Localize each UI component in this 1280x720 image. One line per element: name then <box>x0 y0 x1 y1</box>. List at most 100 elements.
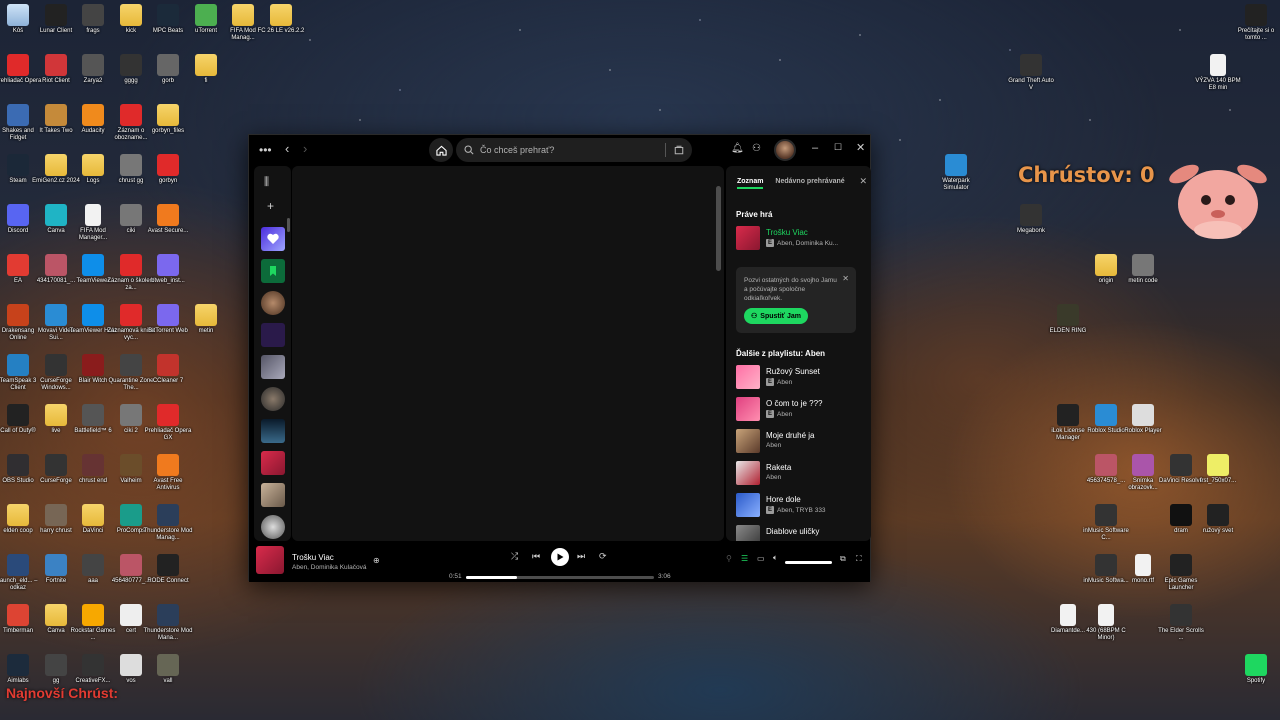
desktop-icon-thunderstore-mod-manag[interactable]: Thunderstore Mod Manag... <box>143 504 193 542</box>
volume-icon[interactable]: 🔈︎ <box>773 553 778 563</box>
desktop-icon-rode-connect[interactable]: RODE Connect <box>143 554 193 585</box>
track-title: Trošku Viac <box>766 228 808 237</box>
library-item-playlist-5[interactable] <box>261 419 285 443</box>
desktop-icon-metin[interactable]: metin <box>181 304 231 335</box>
create-plus-icon[interactable]: + <box>267 199 274 213</box>
desktop-icon-v-zva-140-bpm-e8-min[interactable]: VÝZVA 140 BPM E8 min <box>1193 54 1243 92</box>
library-item-artist-4[interactable] <box>261 387 285 411</box>
queue-item[interactable]: Hore dole E Aben, TRYB 333 <box>736 493 866 519</box>
desktop-icon-waterpark-simulator[interactable]: Waterpark Simulator <box>931 154 981 192</box>
desktop-icon-430-68bpm-c-minor[interactable]: 430 (68BPM C Minor) <box>1081 604 1131 642</box>
connect-device-icon[interactable]: ▭ <box>757 554 765 563</box>
desktop-icon-epic-games-launcher[interactable]: Epic Games Launcher <box>1156 554 1206 592</box>
search-input[interactable]: Čo chceš prehrať? <box>480 145 554 155</box>
tab-queue[interactable]: Zoznam <box>737 178 764 189</box>
desktop-app-icon <box>7 604 29 626</box>
library-icon[interactable]: ⫼ <box>264 176 269 189</box>
desktop-app-icon <box>45 54 67 76</box>
desktop-icon-label: RODE Connect <box>147 578 189 584</box>
now-playing-art[interactable] <box>256 546 284 574</box>
main-scrollbar[interactable] <box>716 186 721 271</box>
desktop-icon-spotify[interactable]: Spotify <box>1231 654 1280 685</box>
start-jam-button[interactable]: ⚇ Spustiť Jam <box>744 308 808 324</box>
more-menu-icon[interactable]: ••• <box>259 143 272 157</box>
desktop-icon-fc-26-le-v26-2-2[interactable]: FC 26 LE v26.2.2 <box>256 4 306 35</box>
library-item-playlist-6[interactable] <box>261 451 285 475</box>
forward-arrow-icon[interactable]: › <box>303 141 307 156</box>
progress-bar[interactable] <box>466 576 654 579</box>
desktop-icon-label: Epic Games Launcher <box>1164 578 1198 591</box>
library-item-playlist-3[interactable] <box>261 355 285 379</box>
desktop-icon-pre-tajte-si-o-tomto[interactable]: Prečítajte si o tomto ... <box>1231 4 1280 42</box>
profile-avatar[interactable] <box>774 139 796 161</box>
desktop-app-icon <box>157 4 179 26</box>
desktop-icon-elden-ring[interactable]: ELDEN RING <box>1043 304 1093 335</box>
now-playing-item[interactable]: Trošku Viac E Aben, Dominika Ku... <box>736 226 866 252</box>
desktop-icon-ru-ov-svet[interactable]: ružový svet <box>1193 504 1243 535</box>
miniplayer-icon[interactable]: ⧉ <box>840 554 846 564</box>
desktop-icon-frst-750x07[interactable]: frst_750x07... <box>1193 454 1243 485</box>
desktop-app-icon <box>7 654 29 676</box>
explicit-badge: E <box>766 378 774 386</box>
queue-item[interactable]: Raketa Aben <box>736 461 866 487</box>
now-playing-title[interactable]: Trošku Viac <box>292 553 334 562</box>
desktop-icon-label: Avast Free Antivirus <box>153 478 183 491</box>
maximize-button[interactable]: ☐ <box>834 142 842 153</box>
desktop-icon-roblox-player[interactable]: Roblox Player <box>1118 404 1168 435</box>
queue-item[interactable]: Diablove uličky <box>736 525 866 541</box>
close-window-button[interactable]: ✕ <box>856 141 865 154</box>
back-arrow-icon[interactable]: ‹ <box>285 141 289 156</box>
desktop-icon-prehliada-opera-gx[interactable]: Prehliadač Opera GX <box>143 404 193 442</box>
queue-track-title: Diablove uličky <box>766 527 820 536</box>
desktop-icon-megabonk[interactable]: Megabonk <box>1006 204 1056 235</box>
desktop-icon-avast-free-antivirus[interactable]: Avast Free Antivirus <box>143 454 193 492</box>
close-queue-icon[interactable]: ✕ <box>859 176 867 187</box>
liked-songs-playlist[interactable] <box>261 227 285 251</box>
desktop-app-icon <box>1057 404 1079 426</box>
desktop-icon-inmusic-software-c[interactable]: inMusic Software C... <box>1081 504 1131 542</box>
notifications-bell-icon[interactable]: 🔔︎ <box>731 143 744 154</box>
home-button[interactable] <box>429 138 453 162</box>
desktop-icon-ccleaner-7[interactable]: CCleaner 7 <box>143 354 193 385</box>
now-playing-artist[interactable]: Aben, Dominika Kulačová <box>292 564 366 571</box>
desktop-icon-grand-theft-auto-v[interactable]: Grand Theft Auto V <box>1006 54 1056 92</box>
search-bar[interactable]: Čo chceš prehrať? <box>456 138 692 162</box>
next-icon[interactable]: ⏭︎ <box>577 551 585 562</box>
desktop-icon-vall[interactable]: vall <box>143 654 193 685</box>
desktop-icon-fi[interactable]: fi <box>181 54 231 85</box>
browse-icon[interactable] <box>674 145 684 155</box>
volume-slider[interactable] <box>785 561 832 564</box>
desktop-icon-the-elder-scrolls[interactable]: The Elder Scrolls ... <box>1156 604 1206 642</box>
desktop-app-icon <box>1245 4 1267 26</box>
tab-recently-played[interactable]: Nedávno prehrávané <box>775 178 844 185</box>
friend-activity-icon[interactable]: ⚇ <box>752 143 761 154</box>
desktop-icon-thunderstore-mod-mana[interactable]: Thunderstore Mod Mana... <box>143 604 193 642</box>
dismiss-jam-icon[interactable]: ✕ <box>842 274 849 283</box>
queue-item[interactable]: Ružový Sunset E Aben <box>736 365 866 391</box>
desktop-icon-metin-code[interactable]: metin code <box>1118 254 1168 285</box>
library-item-playlist-7[interactable] <box>261 483 285 507</box>
lyrics-icon[interactable]: ⚲ <box>726 554 732 563</box>
queue-item[interactable]: Moje druhé ja Aben <box>736 429 866 455</box>
library-item-playlist-2[interactable] <box>261 323 285 347</box>
desktop-icon-gorbyn-files[interactable]: gorbyn_files <box>143 104 193 135</box>
desktop-app-icon <box>82 404 104 426</box>
previous-icon[interactable]: ⏮︎ <box>532 551 540 562</box>
desktop-icon-label: Thunderstore Mod Mana... <box>143 628 193 641</box>
library-scrollbar[interactable] <box>287 218 290 232</box>
desktop-icon-gorbyn[interactable]: gorbyn <box>143 154 193 185</box>
library-item-artist-1[interactable] <box>261 291 285 315</box>
saved-episodes-playlist[interactable] <box>261 259 285 283</box>
desktop-icon-btweb-inst[interactable]: btweb_inst... <box>143 254 193 285</box>
queue-item[interactable]: O čom to je ??? E Aben <box>736 397 866 423</box>
fullscreen-icon[interactable]: ⛶ <box>856 554 862 564</box>
minimize-button[interactable]: – <box>812 142 818 154</box>
library-item-artist-8[interactable] <box>261 515 285 539</box>
shuffle-icon[interactable]: ⤮ <box>511 551 518 562</box>
queue-icon[interactable]: ☰ <box>741 554 748 563</box>
play-button[interactable] <box>551 548 569 566</box>
repeat-icon[interactable]: ⟳ <box>599 551 607 562</box>
add-to-library-icon[interactable]: ⊕ <box>373 556 380 565</box>
desktop-icon-avast-secure[interactable]: Avast Secure... <box>143 204 193 235</box>
desktop-app-icon <box>120 354 142 376</box>
